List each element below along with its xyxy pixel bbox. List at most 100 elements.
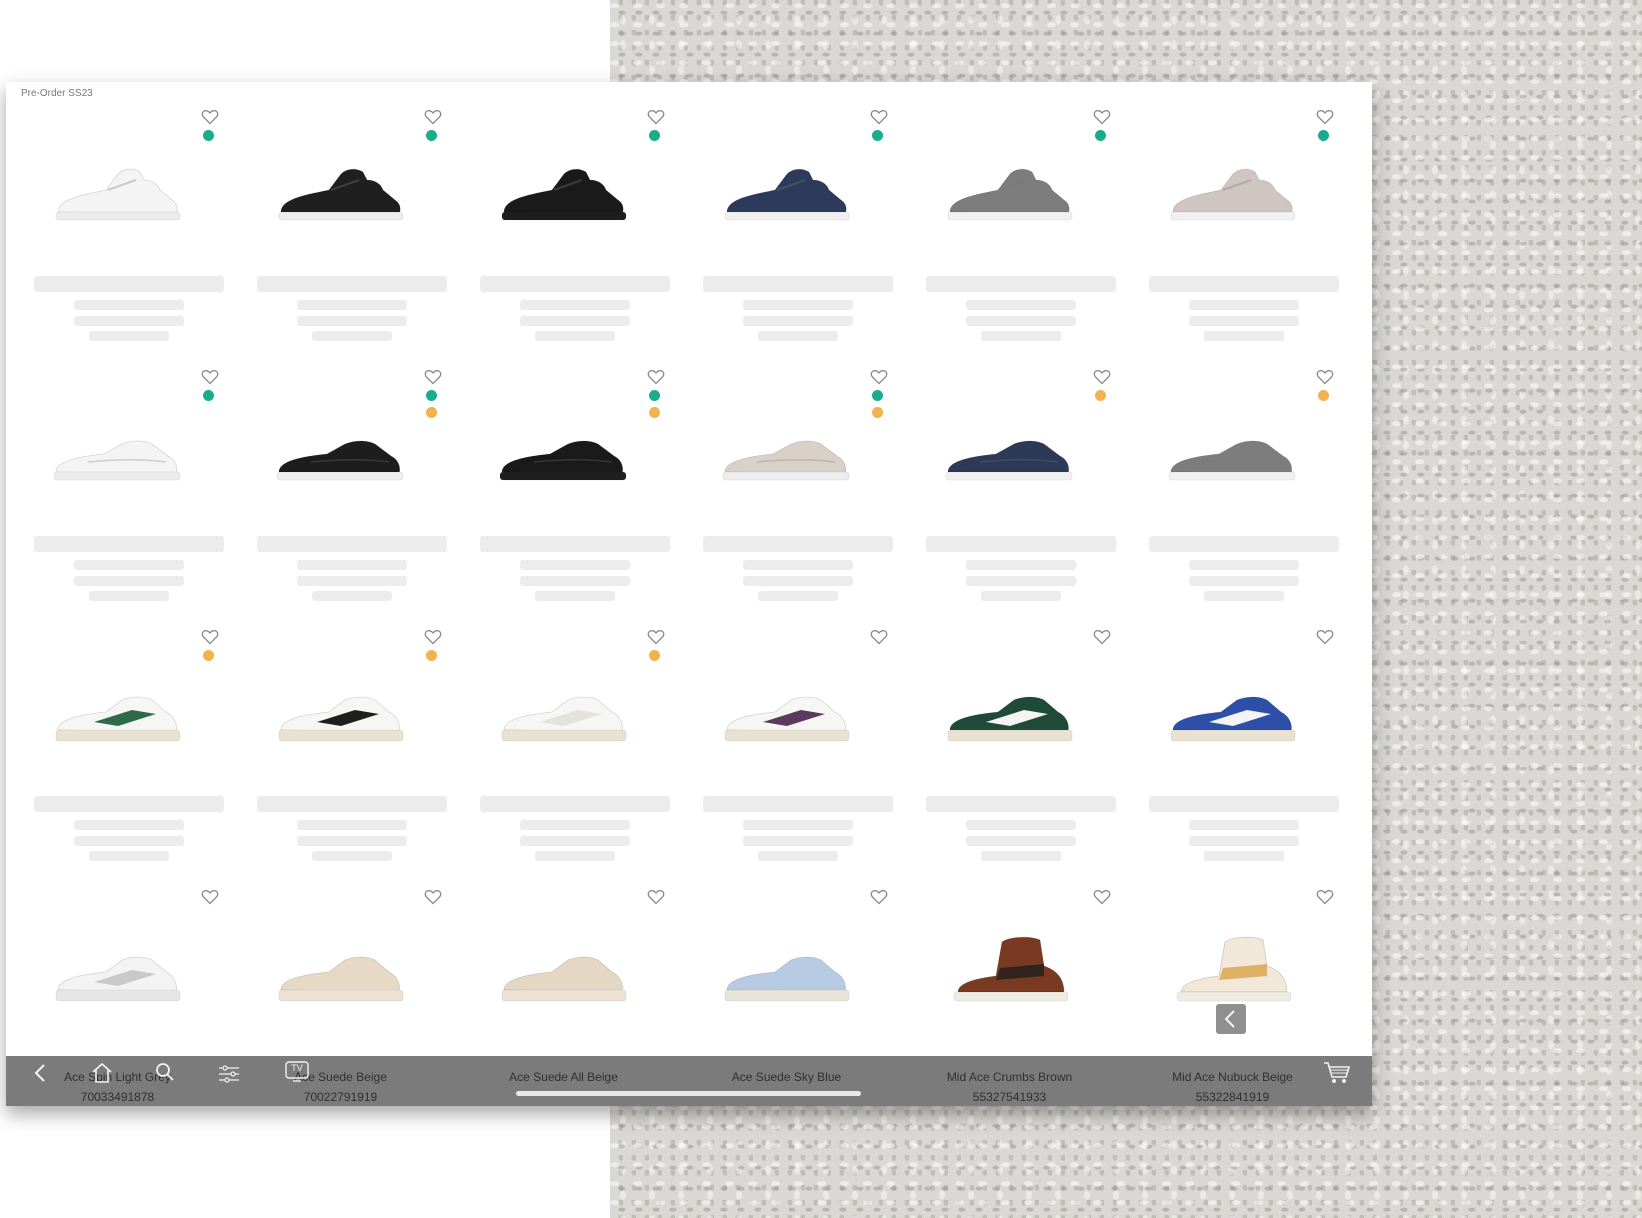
loading-placeholder [535, 851, 615, 861]
product-image[interactable] [494, 410, 634, 490]
product-card[interactable] [898, 358, 1121, 618]
product-card[interactable] [675, 878, 898, 1048]
product-card[interactable] [6, 98, 229, 358]
heart-icon[interactable] [1316, 888, 1334, 906]
product-card[interactable] [675, 618, 898, 878]
product-card[interactable] [452, 98, 675, 358]
heart-icon[interactable] [870, 628, 888, 646]
heart-icon[interactable] [201, 888, 219, 906]
heart-icon[interactable] [647, 628, 665, 646]
loading-placeholder [966, 820, 1076, 830]
product-card[interactable] [6, 618, 229, 878]
back-button[interactable] [28, 1060, 54, 1086]
stock-indicators [203, 130, 214, 141]
heart-icon[interactable] [1093, 368, 1111, 386]
product-image[interactable] [271, 410, 411, 490]
product-card[interactable] [6, 358, 229, 618]
home-indicator[interactable] [516, 1091, 861, 1096]
stock-dot-green [426, 390, 437, 401]
loading-placeholder [297, 820, 407, 830]
tv-button[interactable]: TV [285, 1060, 309, 1082]
product-card[interactable] [898, 98, 1121, 358]
collapse-button[interactable] [1216, 1004, 1246, 1034]
product-image[interactable] [271, 670, 411, 750]
product-image[interactable] [717, 930, 857, 1010]
product-image[interactable] [1163, 670, 1303, 750]
stock-indicators [872, 390, 883, 418]
product-card[interactable] [1121, 98, 1344, 358]
heart-icon[interactable] [1316, 108, 1334, 126]
loading-placeholder [981, 591, 1061, 601]
home-button[interactable] [89, 1060, 115, 1086]
loading-placeholder [312, 851, 392, 861]
product-image[interactable] [494, 150, 634, 230]
loading-placeholder [34, 536, 224, 552]
product-card[interactable] [452, 358, 675, 618]
product-image[interactable] [494, 930, 634, 1010]
product-image[interactable] [940, 670, 1080, 750]
product-card[interactable] [229, 618, 452, 878]
heart-icon[interactable] [424, 628, 442, 646]
product-image[interactable] [717, 410, 857, 490]
loading-placeholder [520, 560, 630, 570]
heart-icon[interactable] [1093, 888, 1111, 906]
heart-icon[interactable] [647, 368, 665, 386]
heart-icon[interactable] [647, 108, 665, 126]
loading-placeholder [981, 851, 1061, 861]
product-card[interactable] [229, 878, 452, 1048]
product-image[interactable] [1163, 410, 1303, 490]
heart-icon[interactable] [870, 368, 888, 386]
stock-dot-green [426, 130, 437, 141]
heart-icon[interactable] [1316, 628, 1334, 646]
heart-icon[interactable] [1093, 108, 1111, 126]
loading-placeholder [1189, 576, 1299, 586]
loading-placeholder [297, 560, 407, 570]
loading-placeholder [257, 276, 447, 292]
product-image[interactable] [717, 150, 857, 230]
product-card[interactable] [898, 878, 1121, 1048]
heart-icon[interactable] [1316, 368, 1334, 386]
heart-icon[interactable] [647, 888, 665, 906]
product-card[interactable] [229, 98, 452, 358]
heart-icon[interactable] [424, 108, 442, 126]
product-card[interactable] [898, 618, 1121, 878]
heart-icon[interactable] [870, 888, 888, 906]
product-card[interactable] [675, 98, 898, 358]
heart-icon[interactable] [201, 368, 219, 386]
product-card[interactable] [452, 618, 675, 878]
stock-indicators [649, 650, 660, 661]
product-image[interactable] [1163, 150, 1303, 230]
product-image[interactable] [271, 930, 411, 1010]
product-image[interactable] [48, 670, 188, 750]
product-card[interactable] [1121, 358, 1344, 618]
heart-icon[interactable] [201, 628, 219, 646]
product-image[interactable] [940, 150, 1080, 230]
product-image[interactable] [494, 670, 634, 750]
product-card[interactable] [229, 358, 452, 618]
product-image[interactable] [48, 150, 188, 230]
loading-placeholder [926, 796, 1116, 812]
product-image[interactable] [717, 670, 857, 750]
product-image[interactable] [48, 410, 188, 490]
heart-icon[interactable] [201, 108, 219, 126]
product-card[interactable] [6, 878, 229, 1048]
filter-button[interactable] [216, 1060, 242, 1086]
stock-dot-green [203, 390, 214, 401]
cart-button[interactable] [1322, 1060, 1352, 1086]
product-name: Mid Ace Crumbs Brown [946, 1070, 1073, 1084]
heart-icon[interactable] [1093, 628, 1111, 646]
heart-icon[interactable] [870, 108, 888, 126]
product-image[interactable] [940, 930, 1080, 1010]
product-card[interactable] [1121, 618, 1344, 878]
search-button[interactable] [152, 1060, 178, 1086]
product-image[interactable] [1163, 930, 1303, 1010]
product-image[interactable] [48, 930, 188, 1010]
product-card[interactable] [452, 878, 675, 1048]
product-image[interactable] [271, 150, 411, 230]
heart-icon[interactable] [424, 368, 442, 386]
product-card[interactable] [675, 358, 898, 618]
heart-icon[interactable] [424, 888, 442, 906]
stock-indicators [203, 390, 214, 401]
loading-placeholder [34, 796, 224, 812]
product-image[interactable] [940, 410, 1080, 490]
